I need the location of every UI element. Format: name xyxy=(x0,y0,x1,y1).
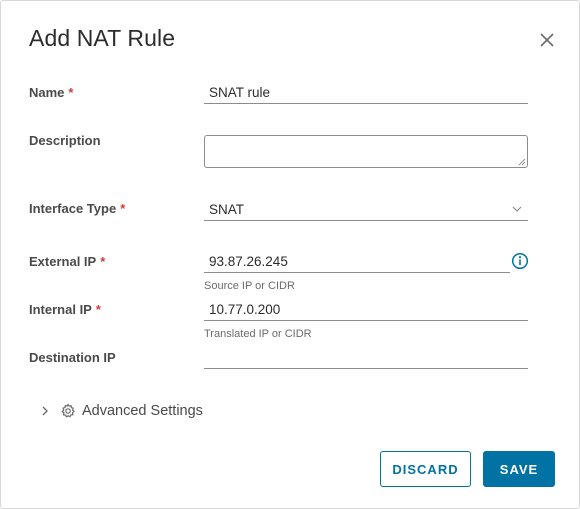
name-input[interactable] xyxy=(204,81,528,103)
interface-type-underline xyxy=(204,220,528,221)
required-marker: * xyxy=(100,254,106,269)
name-label: Name * xyxy=(29,85,73,100)
required-marker: * xyxy=(120,201,126,216)
discard-button[interactable]: DISCARD xyxy=(380,451,471,487)
destination-ip-input[interactable] xyxy=(204,346,528,368)
interface-type-label-text: Interface Type xyxy=(29,201,117,216)
internal-ip-label: Internal IP * xyxy=(29,302,101,317)
close-icon[interactable] xyxy=(537,30,557,50)
name-label-text: Name xyxy=(29,85,65,100)
interface-type-label: Interface Type * xyxy=(29,201,125,216)
name-input-underline xyxy=(204,103,528,104)
advanced-settings-label: Advanced Settings xyxy=(82,403,203,419)
internal-ip-underline xyxy=(204,320,528,321)
external-ip-underline xyxy=(204,272,510,273)
advanced-settings-toggle[interactable]: Advanced Settings xyxy=(39,401,203,421)
external-ip-label-text: External IP xyxy=(29,254,97,269)
add-nat-rule-dialog: Add NAT Rule Name* Description Interface… xyxy=(0,0,580,509)
chevron-down-icon[interactable] xyxy=(511,203,523,215)
description-textarea[interactable] xyxy=(204,135,528,168)
external-ip-label: External IP * xyxy=(29,254,105,269)
description-label-text: Description xyxy=(29,133,101,148)
dialog-title: Add NAT Rule xyxy=(29,25,176,51)
external-ip-helper: Source IP or CIDR xyxy=(204,280,295,292)
save-button[interactable]: SAVE xyxy=(483,451,555,487)
interface-type-select[interactable]: SNAT xyxy=(209,202,244,217)
destination-ip-label: Destination IP xyxy=(29,350,116,365)
description-label: Description xyxy=(29,133,101,148)
chevron-right-icon[interactable] xyxy=(39,405,51,417)
internal-ip-input[interactable] xyxy=(204,298,528,320)
info-icon[interactable] xyxy=(511,252,529,270)
internal-ip-label-text: Internal IP xyxy=(29,302,92,317)
destination-ip-underline xyxy=(204,368,528,369)
internal-ip-helper: Translated IP or CIDR xyxy=(204,328,312,340)
required-marker: * xyxy=(95,302,101,317)
destination-ip-label-text: Destination IP xyxy=(29,350,116,365)
external-ip-input[interactable] xyxy=(204,250,510,272)
resize-handle-icon[interactable] xyxy=(518,158,526,166)
required-marker: * xyxy=(68,85,74,100)
gear-icon xyxy=(61,403,75,418)
